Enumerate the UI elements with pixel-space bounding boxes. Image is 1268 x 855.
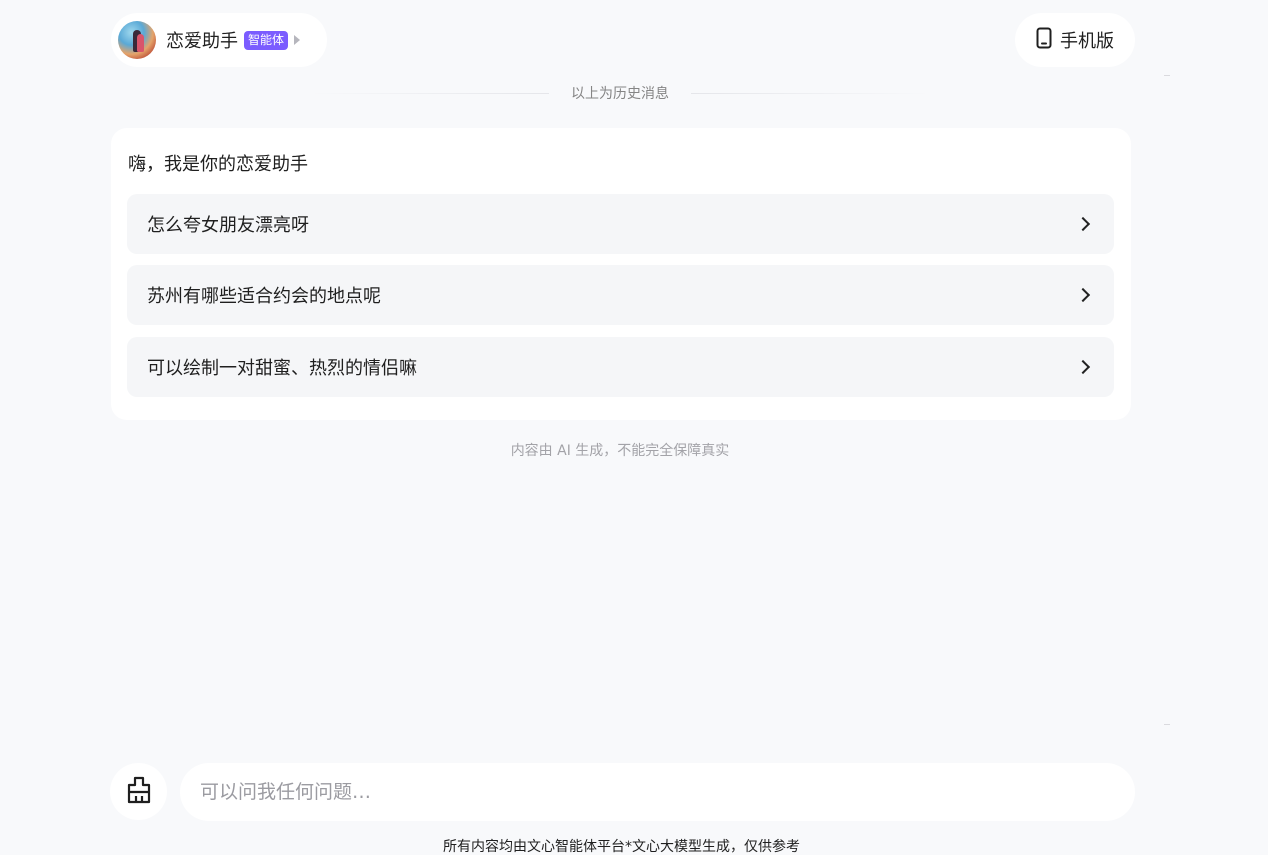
scrollbar-top-mark <box>1164 75 1170 76</box>
suggestion-text: 怎么夸女朋友漂亮呀 <box>147 215 309 236</box>
chat-input[interactable] <box>200 781 1135 803</box>
chevron-right-icon <box>1075 287 1091 303</box>
mobile-version-button[interactable]: 手机版 <box>1015 13 1135 67</box>
suggestion-text: 苏州有哪些适合约会的地点呢 <box>147 286 381 307</box>
mobile-phone-icon <box>1036 27 1052 53</box>
agent-badge: 智能体 <box>244 30 289 50</box>
agent-avatar <box>118 21 156 59</box>
ai-disclaimer: 内容由 AI 生成，不能完全保障真实 <box>510 443 730 459</box>
agent-info-pill[interactable]: 恋爱助手 智能体 <box>111 13 327 67</box>
caret-right-icon <box>294 35 301 45</box>
suggestion-item[interactable]: 怎么夸女朋友漂亮呀 <box>127 194 1114 254</box>
chat-input-container[interactable] <box>180 763 1135 821</box>
history-divider-text: 以上为历史消息 <box>571 86 669 102</box>
suggestion-text: 可以绘制一对甜蜜、热烈的情侣嘛 <box>147 358 417 379</box>
footer-disclaimer: 所有内容均由文心智能体平台*文心大模型生成，仅供参考 <box>443 839 800 855</box>
chevron-right-icon <box>1075 359 1091 375</box>
suggestion-item[interactable]: 可以绘制一对甜蜜、热烈的情侣嘛 <box>127 337 1114 397</box>
greeting-text: 嗨，我是你的恋爱助手 <box>128 154 308 175</box>
scrollbar-bottom-mark <box>1164 724 1170 725</box>
mobile-version-label: 手机版 <box>1060 31 1114 52</box>
chevron-right-icon <box>1075 216 1091 232</box>
broom-icon <box>126 776 152 808</box>
clear-chat-button[interactable] <box>110 763 167 820</box>
agent-name: 恋爱助手 <box>166 31 238 52</box>
history-divider: 以上为历史消息 <box>310 82 930 104</box>
welcome-message-card: 嗨，我是你的恋爱助手 怎么夸女朋友漂亮呀 苏州有哪些适合约会的地点呢 可以绘制一… <box>111 128 1131 420</box>
suggestion-item[interactable]: 苏州有哪些适合约会的地点呢 <box>127 265 1114 325</box>
